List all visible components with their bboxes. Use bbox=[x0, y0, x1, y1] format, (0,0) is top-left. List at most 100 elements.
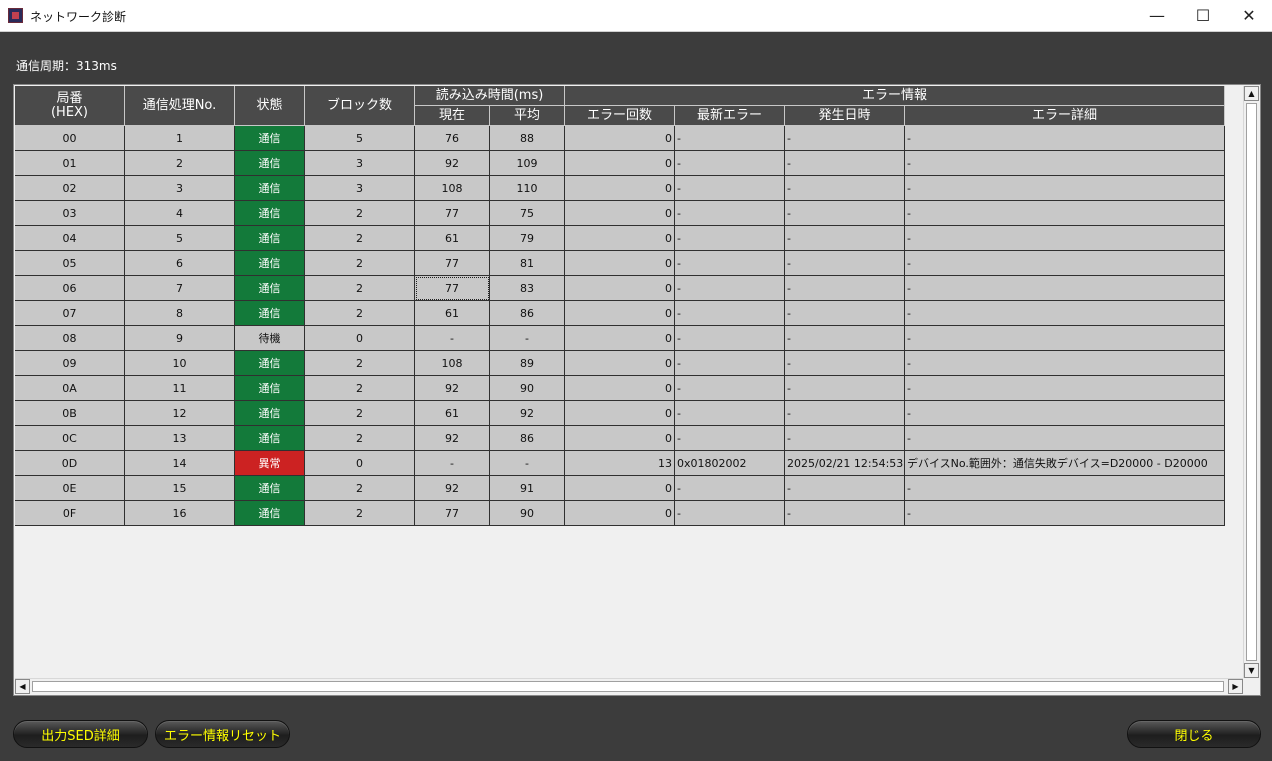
cell-blocks[interactable]: 0 bbox=[305, 451, 415, 476]
header-station[interactable]: 局番 (HEX) bbox=[15, 86, 125, 126]
cell-error-count[interactable]: 0 bbox=[565, 401, 675, 426]
cell-blocks[interactable]: 2 bbox=[305, 301, 415, 326]
cell-error-count[interactable]: 0 bbox=[565, 476, 675, 501]
cell-error-count[interactable]: 0 bbox=[565, 251, 675, 276]
cell-station[interactable]: 0A bbox=[15, 376, 125, 401]
cell-status[interactable]: 通信 bbox=[235, 426, 305, 451]
cell-status[interactable]: 通信 bbox=[235, 376, 305, 401]
cell-average[interactable]: 90 bbox=[490, 376, 565, 401]
cell-status[interactable]: 通信 bbox=[235, 201, 305, 226]
cell-proc-no[interactable]: 10 bbox=[125, 351, 235, 376]
horizontal-scrollbar[interactable]: ◀ ▶ bbox=[15, 678, 1243, 694]
cell-latest-error[interactable]: - bbox=[675, 351, 785, 376]
vertical-scroll-thumb[interactable] bbox=[1246, 103, 1257, 661]
cell-error-detail[interactable]: - bbox=[905, 201, 1225, 226]
cell-occurred[interactable]: - bbox=[785, 301, 905, 326]
scroll-left-icon[interactable]: ◀ bbox=[15, 679, 30, 694]
cell-error-count[interactable]: 13 bbox=[565, 451, 675, 476]
cell-proc-no[interactable]: 3 bbox=[125, 176, 235, 201]
cell-station[interactable]: 0C bbox=[15, 426, 125, 451]
header-read-time[interactable]: 読み込み時間(ms) bbox=[415, 86, 565, 106]
table-row[interactable]: 02 3 通信 3 108 110 0- - - bbox=[15, 176, 1225, 201]
cell-station[interactable]: 0B bbox=[15, 401, 125, 426]
header-error-info[interactable]: エラー情報 bbox=[565, 86, 1225, 106]
cell-blocks[interactable]: 2 bbox=[305, 476, 415, 501]
cell-error-count[interactable]: 0 bbox=[565, 151, 675, 176]
table-row[interactable]: 07 8 通信 2 61 86 0- - - bbox=[15, 301, 1225, 326]
cell-status[interactable]: 通信 bbox=[235, 351, 305, 376]
cell-status[interactable]: 通信 bbox=[235, 151, 305, 176]
table-row[interactable]: 09 10 通信 2 108 89 0- - - bbox=[15, 351, 1225, 376]
cell-latest-error[interactable]: - bbox=[675, 326, 785, 351]
cell-proc-no[interactable]: 13 bbox=[125, 426, 235, 451]
cell-station[interactable]: 07 bbox=[15, 301, 125, 326]
cell-status[interactable]: 通信 bbox=[235, 401, 305, 426]
cell-error-count[interactable]: 0 bbox=[565, 176, 675, 201]
cell-latest-error[interactable]: - bbox=[675, 376, 785, 401]
cell-error-count[interactable]: 0 bbox=[565, 201, 675, 226]
cell-latest-error[interactable]: - bbox=[675, 276, 785, 301]
cell-error-detail[interactable]: - bbox=[905, 301, 1225, 326]
cell-occurred[interactable]: - bbox=[785, 426, 905, 451]
cell-error-count[interactable]: 0 bbox=[565, 276, 675, 301]
scroll-right-icon[interactable]: ▶ bbox=[1228, 679, 1243, 694]
cell-latest-error[interactable]: - bbox=[675, 501, 785, 526]
cell-occurred[interactable]: - bbox=[785, 201, 905, 226]
cell-status[interactable]: 通信 bbox=[235, 226, 305, 251]
cell-current[interactable]: - bbox=[415, 451, 490, 476]
cell-occurred[interactable]: - bbox=[785, 126, 905, 151]
cell-occurred[interactable]: - bbox=[785, 401, 905, 426]
cell-blocks[interactable]: 2 bbox=[305, 426, 415, 451]
cell-latest-error[interactable]: 0x01802002 bbox=[675, 451, 785, 476]
cell-proc-no[interactable]: 15 bbox=[125, 476, 235, 501]
cell-latest-error[interactable]: - bbox=[675, 176, 785, 201]
cell-current[interactable]: 77 bbox=[415, 276, 490, 301]
cell-average[interactable]: 88 bbox=[490, 126, 565, 151]
cell-latest-error[interactable]: - bbox=[675, 426, 785, 451]
cell-occurred[interactable]: - bbox=[785, 351, 905, 376]
cell-current[interactable]: 61 bbox=[415, 226, 490, 251]
cell-station[interactable]: 0E bbox=[15, 476, 125, 501]
table-row[interactable]: 01 2 通信 3 92 109 0- - - bbox=[15, 151, 1225, 176]
cell-average[interactable]: 86 bbox=[490, 426, 565, 451]
cell-latest-error[interactable]: - bbox=[675, 301, 785, 326]
cell-proc-no[interactable]: 4 bbox=[125, 201, 235, 226]
cell-error-detail[interactable]: - bbox=[905, 276, 1225, 301]
cell-error-count[interactable]: 0 bbox=[565, 226, 675, 251]
header-error-count[interactable]: エラー回数 bbox=[565, 106, 675, 126]
cell-proc-no[interactable]: 16 bbox=[125, 501, 235, 526]
cell-current[interactable]: 77 bbox=[415, 201, 490, 226]
cell-status[interactable]: 通信 bbox=[235, 176, 305, 201]
cell-occurred[interactable]: - bbox=[785, 176, 905, 201]
cell-station[interactable]: 01 bbox=[15, 151, 125, 176]
cell-current[interactable]: 92 bbox=[415, 376, 490, 401]
cell-proc-no[interactable]: 1 bbox=[125, 126, 235, 151]
cell-error-count[interactable]: 0 bbox=[565, 376, 675, 401]
header-average[interactable]: 平均 bbox=[490, 106, 565, 126]
cell-occurred[interactable]: - bbox=[785, 376, 905, 401]
cell-proc-no[interactable]: 11 bbox=[125, 376, 235, 401]
cell-status[interactable]: 通信 bbox=[235, 301, 305, 326]
table-row[interactable]: 0A 11 通信 2 92 90 0- - - bbox=[15, 376, 1225, 401]
cell-proc-no[interactable]: 5 bbox=[125, 226, 235, 251]
table-row[interactable]: 06 7 通信 2 77 83 0- - - bbox=[15, 276, 1225, 301]
cell-proc-no[interactable]: 9 bbox=[125, 326, 235, 351]
cell-average[interactable]: 79 bbox=[490, 226, 565, 251]
scroll-down-icon[interactable]: ▼ bbox=[1244, 663, 1259, 678]
table-row[interactable]: 0C 13 通信 2 92 86 0- - - bbox=[15, 426, 1225, 451]
cell-status[interactable]: 通信 bbox=[235, 476, 305, 501]
cell-error-count[interactable]: 0 bbox=[565, 426, 675, 451]
cell-average[interactable]: - bbox=[490, 451, 565, 476]
header-occurred[interactable]: 発生日時 bbox=[785, 106, 905, 126]
cell-occurred[interactable]: - bbox=[785, 251, 905, 276]
cell-station[interactable]: 09 bbox=[15, 351, 125, 376]
cell-error-detail[interactable]: - bbox=[905, 401, 1225, 426]
header-latest-error[interactable]: 最新エラー bbox=[675, 106, 785, 126]
cell-proc-no[interactable]: 2 bbox=[125, 151, 235, 176]
cell-error-detail[interactable]: - bbox=[905, 351, 1225, 376]
cell-current[interactable]: 108 bbox=[415, 351, 490, 376]
cell-occurred[interactable]: - bbox=[785, 326, 905, 351]
cell-error-detail[interactable]: デバイスNo.範囲外：通信失敗デバイス=D20000 - D20000 bbox=[905, 451, 1225, 476]
cell-proc-no[interactable]: 7 bbox=[125, 276, 235, 301]
cell-blocks[interactable]: 2 bbox=[305, 201, 415, 226]
